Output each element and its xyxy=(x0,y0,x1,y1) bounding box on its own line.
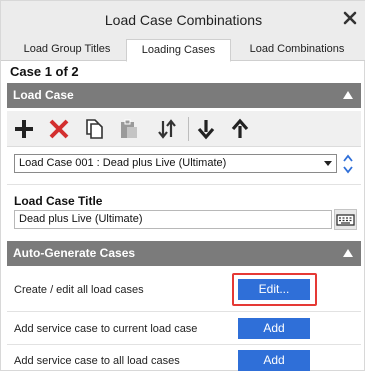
load-case-title-value: Dead plus Live (Ultimate) xyxy=(19,213,143,225)
move-up-icon[interactable] xyxy=(228,117,252,141)
divider xyxy=(7,344,361,345)
spinner-up-icon xyxy=(343,154,353,162)
add-service-current-button[interactable]: Add xyxy=(238,318,310,339)
tab-strip: Load Group Titles Loading Cases Load Com… xyxy=(1,39,365,62)
edit-button[interactable]: Edit... xyxy=(238,279,310,300)
chevron-up-icon[interactable] xyxy=(343,91,353,99)
case-spinner[interactable] xyxy=(342,152,354,176)
chevron-down-icon xyxy=(324,161,332,166)
sort-icon[interactable] xyxy=(155,117,179,141)
add-service-all-button[interactable]: Add xyxy=(238,350,310,371)
add-service-current-label: Add service case to current load case xyxy=(14,323,198,335)
tab-loading-cases[interactable]: Loading Cases xyxy=(126,39,231,62)
load-case-select-value: Load Case 001 : Dead plus Live (Ultimate… xyxy=(19,157,227,169)
paste-icon[interactable] xyxy=(117,117,141,141)
title-bar: Load Case Combinations xyxy=(1,1,365,39)
case-counter: Case 1 of 2 xyxy=(10,64,79,79)
keyboard-button[interactable] xyxy=(334,209,357,230)
auto-generate-section-header[interactable]: Auto-Generate Cases xyxy=(7,241,361,266)
window-title: Load Case Combinations xyxy=(104,12,263,28)
keyboard-icon xyxy=(336,214,355,226)
move-down-icon[interactable] xyxy=(194,117,218,141)
delete-icon[interactable] xyxy=(47,117,71,141)
add-service-all-label: Add service case to all load cases xyxy=(14,355,180,367)
tab-load-group-titles[interactable]: Load Group Titles xyxy=(9,39,125,61)
load-case-combinations-panel: Load Case Combinations Load Group Titles… xyxy=(0,0,365,371)
divider xyxy=(7,184,361,185)
add-icon[interactable] xyxy=(12,117,36,141)
load-case-section-header[interactable]: Load Case xyxy=(7,83,361,108)
copy-icon[interactable] xyxy=(82,117,106,141)
toolbar-divider xyxy=(188,117,189,141)
load-case-toolbar xyxy=(7,111,361,147)
auto-generate-section-title: Auto-Generate Cases xyxy=(13,246,136,260)
tab-load-combinations[interactable]: Load Combinations xyxy=(233,39,361,61)
load-case-select[interactable]: Load Case 001 : Dead plus Live (Ultimate… xyxy=(14,154,337,173)
divider xyxy=(7,311,361,312)
spinner-down-icon xyxy=(343,166,353,174)
load-case-title-input[interactable]: Dead plus Live (Ultimate) xyxy=(14,210,332,229)
chevron-up-icon[interactable] xyxy=(343,249,353,257)
load-case-section-title: Load Case xyxy=(13,88,74,102)
close-icon[interactable] xyxy=(342,10,358,26)
load-case-title-label: Load Case Title xyxy=(14,194,103,208)
create-edit-label: Create / edit all load cases xyxy=(14,284,144,296)
